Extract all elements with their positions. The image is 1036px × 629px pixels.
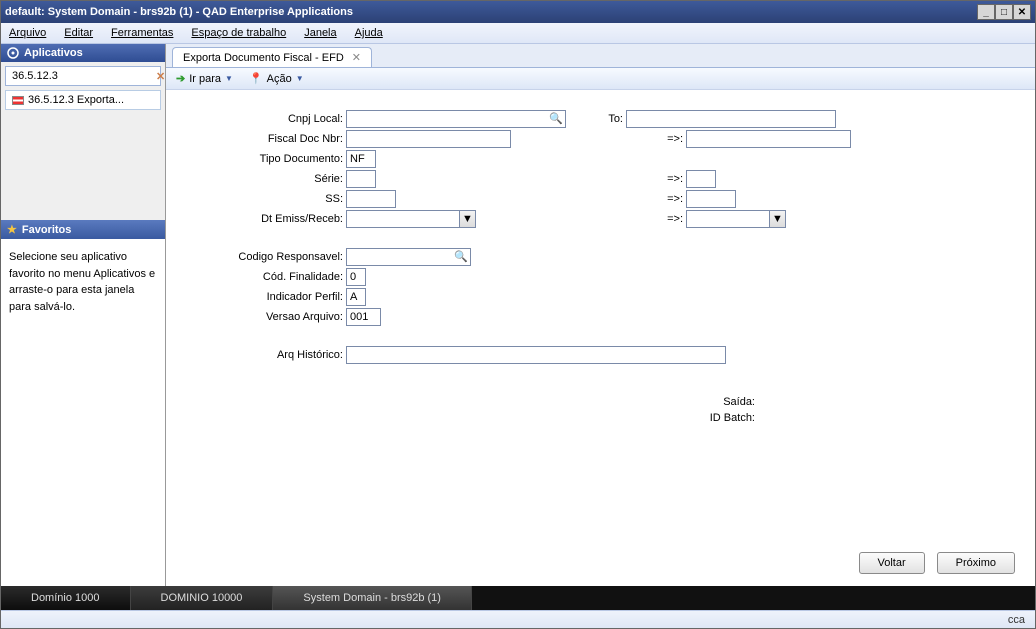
sidebar-search[interactable]: ✕ bbox=[5, 66, 161, 86]
input-ss[interactable] bbox=[346, 190, 396, 208]
lbl-dt-to: =>: bbox=[626, 213, 686, 225]
star-icon: ★ bbox=[7, 223, 17, 236]
favorites-placeholder-text: Selecione seu aplicativo favorito no men… bbox=[9, 249, 157, 315]
input-serie-to[interactable] bbox=[686, 170, 716, 188]
statusbar-tab-system-domain[interactable]: System Domain - brs92b (1) bbox=[273, 586, 472, 610]
toolbar-acao[interactable]: 📍 Ação ▼ bbox=[249, 72, 304, 85]
menu-arquivo[interactable]: Arquivo bbox=[9, 27, 46, 39]
lbl-cnpj-local: Cnpj Local: bbox=[186, 113, 346, 125]
footer-user: cca bbox=[1008, 614, 1025, 626]
minimize-button[interactable]: _ bbox=[977, 4, 995, 20]
domain-statusbar: Domínio 1000 DOMINIO 10000 System Domain… bbox=[1, 586, 1035, 610]
input-cnpj-local[interactable] bbox=[346, 110, 566, 128]
menu-ajuda[interactable]: Ajuda bbox=[355, 27, 383, 39]
proximo-button[interactable]: Próximo bbox=[937, 552, 1015, 574]
lbl-tipo-doc: Tipo Documento: bbox=[186, 153, 346, 165]
lbl-fiscal-doc: Fiscal Doc Nbr: bbox=[186, 133, 346, 145]
sidebar-tree-item[interactable]: 36.5.12.3 Exporta... bbox=[5, 90, 161, 110]
input-fiscal-doc-to[interactable] bbox=[686, 130, 851, 148]
menu-bar: Arquivo Editar Ferramentas Espaço de tra… bbox=[1, 23, 1035, 44]
lookup-icon[interactable]: 🔍 bbox=[454, 250, 468, 263]
gear-icon bbox=[7, 47, 19, 59]
input-arq-hist[interactable] bbox=[346, 346, 726, 364]
maximize-button[interactable]: □ bbox=[995, 4, 1013, 20]
window-title: default: System Domain - brs92b (1) - QA… bbox=[5, 6, 353, 18]
input-ind-perfil[interactable] bbox=[346, 288, 366, 306]
input-ss-to[interactable] bbox=[686, 190, 736, 208]
lbl-serie: Série: bbox=[186, 173, 346, 185]
sidebar-apps-header: Aplicativos bbox=[1, 44, 165, 62]
chevron-down-icon: ▼ bbox=[296, 74, 304, 83]
menu-editar[interactable]: Editar bbox=[64, 27, 93, 39]
lbl-arq-hist: Arq Histórico: bbox=[186, 349, 346, 361]
menu-janela[interactable]: Janela bbox=[304, 27, 336, 39]
input-cnpj-to[interactable] bbox=[626, 110, 836, 128]
lbl-cod-resp: Codigo Responsavel: bbox=[186, 251, 346, 263]
tab-label: Exporta Documento Fiscal - EFD bbox=[183, 52, 344, 64]
lbl-ss-to: =>: bbox=[626, 193, 686, 205]
input-tipo-doc[interactable] bbox=[346, 150, 376, 168]
tab-close-icon[interactable]: ✕ bbox=[352, 51, 361, 64]
menu-ferramentas[interactable]: Ferramentas bbox=[111, 27, 173, 39]
arrow-right-icon: ➔ bbox=[176, 72, 185, 85]
menu-espaco[interactable]: Espaço de trabalho bbox=[191, 27, 286, 39]
title-bar: default: System Domain - brs92b (1) - QA… bbox=[1, 1, 1035, 23]
input-dt-emiss[interactable] bbox=[346, 210, 476, 228]
sidebar-fav-header: ★ Favoritos bbox=[1, 220, 165, 239]
statusbar-tab-dominio-10000[interactable]: DOMINIO 10000 bbox=[131, 586, 274, 610]
module-icon bbox=[12, 96, 24, 105]
pin-icon: 📍 bbox=[249, 72, 263, 85]
lbl-id-batch: ID Batch: bbox=[675, 412, 755, 424]
sidebar-search-input[interactable] bbox=[10, 69, 156, 83]
lbl-ind-perfil: Indicador Perfil: bbox=[186, 291, 346, 303]
lbl-versao: Versao Arquivo: bbox=[186, 311, 346, 323]
tab-exporta-doc[interactable]: Exporta Documento Fiscal - EFD ✕ bbox=[172, 47, 372, 67]
input-serie[interactable] bbox=[346, 170, 376, 188]
lbl-fiscal-doc-to: =>: bbox=[626, 133, 686, 145]
dropdown-button[interactable]: ▼ bbox=[769, 210, 786, 228]
lbl-ss: SS: bbox=[186, 193, 346, 205]
footer-bar: cca bbox=[1, 610, 1035, 628]
toolbar-ir-para[interactable]: ➔ Ir para ▼ bbox=[176, 72, 233, 85]
lbl-cod-fin: Cód. Finalidade: bbox=[186, 271, 346, 283]
clear-search-icon[interactable]: ✕ bbox=[156, 70, 165, 83]
chevron-down-icon: ▼ bbox=[225, 74, 233, 83]
input-fiscal-doc[interactable] bbox=[346, 130, 511, 148]
lbl-saida: Saída: bbox=[675, 396, 755, 408]
close-button[interactable]: ✕ bbox=[1013, 4, 1031, 20]
input-cod-resp[interactable] bbox=[346, 248, 471, 266]
statusbar-tab-dominio-1000[interactable]: Domínio 1000 bbox=[1, 586, 131, 610]
dropdown-button[interactable]: ▼ bbox=[459, 210, 476, 228]
lbl-serie-to: =>: bbox=[626, 173, 686, 185]
input-cod-fin[interactable] bbox=[346, 268, 366, 286]
lookup-icon[interactable]: 🔍 bbox=[549, 112, 563, 125]
voltar-button[interactable]: Voltar bbox=[859, 552, 925, 574]
lbl-dt-emiss: Dt Emiss/Receb: bbox=[186, 213, 346, 225]
input-versao[interactable] bbox=[346, 308, 381, 326]
lbl-to: To: bbox=[566, 113, 626, 125]
